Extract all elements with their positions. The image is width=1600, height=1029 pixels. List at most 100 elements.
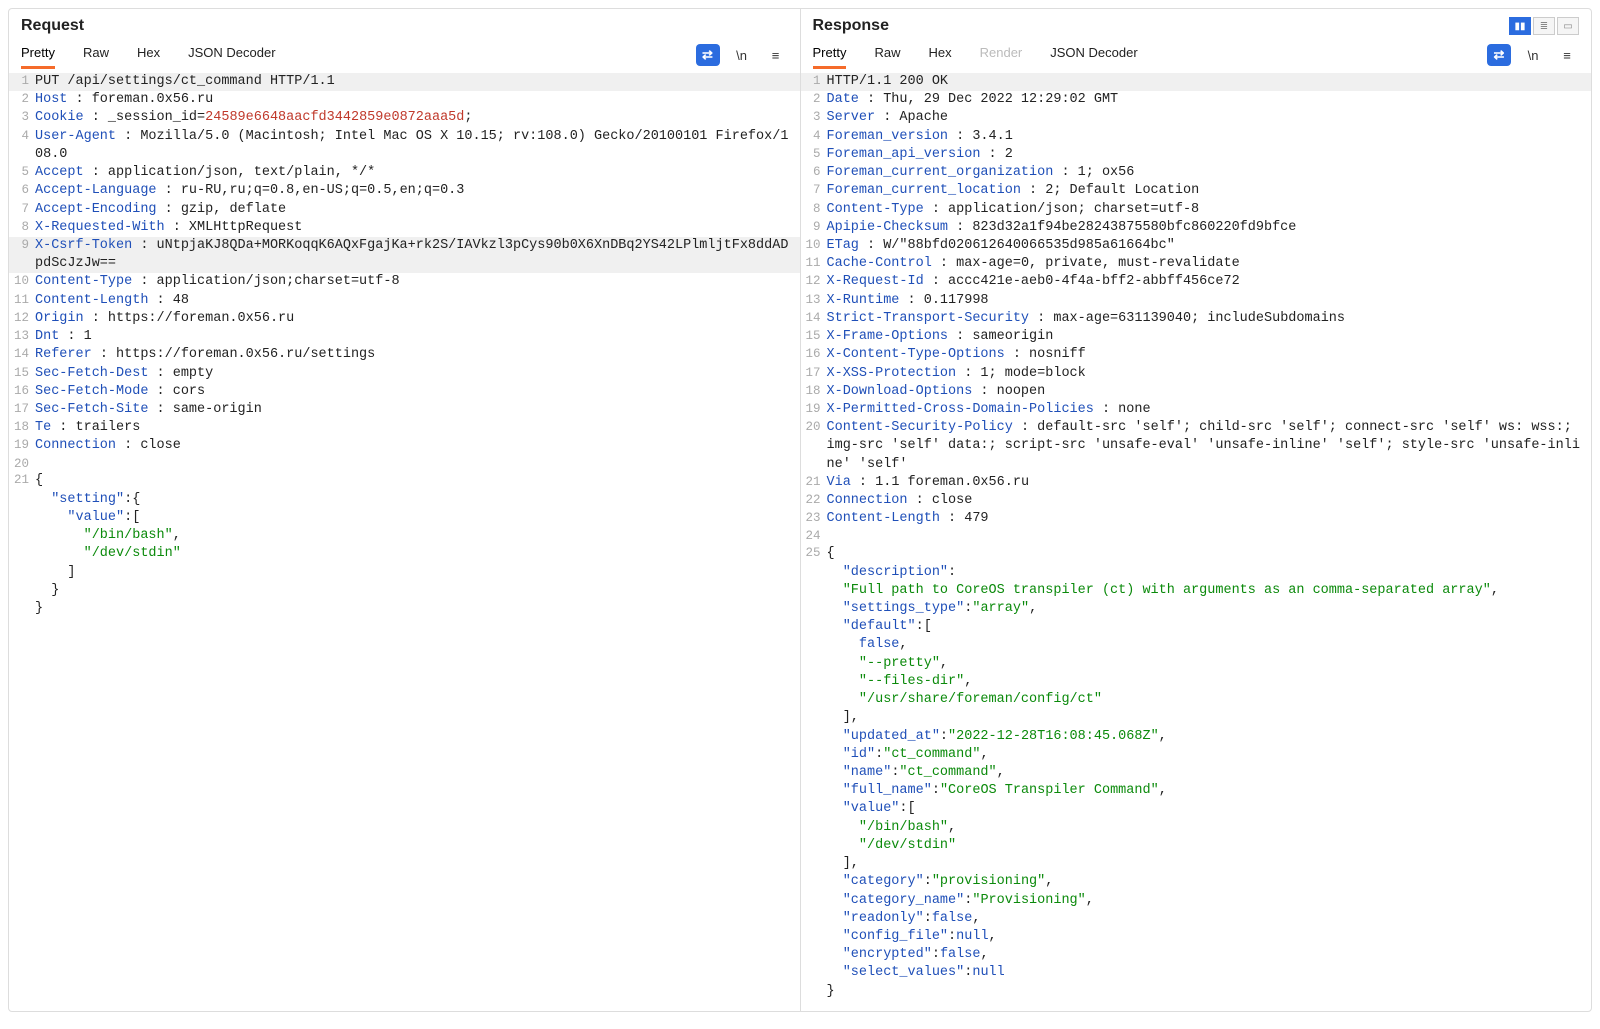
line-content[interactable]: ],	[827, 709, 1592, 727]
code-line[interactable]: 4Foreman_version : 3.4.1	[801, 128, 1592, 146]
code-line[interactable]: "/dev/stdin"	[9, 545, 800, 563]
line-content[interactable]: Content-Type : application/json; charset…	[827, 201, 1592, 219]
code-line[interactable]: "settings_type":"array",	[801, 600, 1592, 618]
hamburger-icon[interactable]: ≡	[1555, 44, 1579, 66]
code-line[interactable]: 16Sec-Fetch-Mode : cors	[9, 383, 800, 401]
newline-icon[interactable]: \n	[1521, 44, 1545, 66]
code-line[interactable]: 21Via : 1.1 foreman.0x56.ru	[801, 474, 1592, 492]
code-line[interactable]: 22Connection : close	[801, 492, 1592, 510]
code-line[interactable]: 9X-Csrf-Token : uNtpjaKJ8QDa+MORKoqqK6AQ…	[9, 237, 800, 273]
code-line[interactable]: 15X-Frame-Options : sameorigin	[801, 328, 1592, 346]
code-line[interactable]: 20Content-Security-Policy : default-src …	[801, 419, 1592, 474]
line-content[interactable]: Cookie : _session_id=24589e6648aacfd3442…	[35, 109, 800, 127]
code-line[interactable]: 24	[801, 528, 1592, 545]
code-line[interactable]: 1HTTP/1.1 200 OK	[801, 73, 1592, 91]
line-content[interactable]: X-XSS-Protection : 1; mode=block	[827, 365, 1592, 383]
line-content[interactable]: "category":"provisioning",	[827, 873, 1592, 891]
line-content[interactable]: "full_name":"CoreOS Transpiler Command",	[827, 782, 1592, 800]
code-line[interactable]: 17X-XSS-Protection : 1; mode=block	[801, 365, 1592, 383]
code-line[interactable]: 18X-Download-Options : noopen	[801, 383, 1592, 401]
line-content[interactable]: "select_values":null	[827, 964, 1592, 982]
code-line[interactable]: 11Content-Length : 48	[9, 292, 800, 310]
code-line[interactable]: 20	[9, 456, 800, 473]
code-line[interactable]: "config_file":null,	[801, 928, 1592, 946]
rows-icon[interactable]: ≣	[1533, 17, 1555, 35]
line-content[interactable]: Te : trailers	[35, 419, 800, 437]
line-content[interactable]: Accept-Encoding : gzip, deflate	[35, 201, 800, 219]
code-line[interactable]: 12X-Request-Id : accc421e-aeb0-4f4a-bff2…	[801, 273, 1592, 291]
code-line[interactable]: 13X-Runtime : 0.117998	[801, 292, 1592, 310]
newline-icon[interactable]: \n	[730, 44, 754, 66]
code-line[interactable]: 17Sec-Fetch-Site : same-origin	[9, 401, 800, 419]
code-line[interactable]: false,	[801, 636, 1592, 654]
code-line[interactable]: ],	[801, 855, 1592, 873]
code-line[interactable]: "/usr/share/foreman/config/ct"	[801, 691, 1592, 709]
line-content[interactable]: Accept-Language : ru-RU,ru;q=0.8,en-US;q…	[35, 182, 800, 200]
line-content[interactable]: Sec-Fetch-Site : same-origin	[35, 401, 800, 419]
line-content[interactable]: "value":[	[827, 800, 1592, 818]
line-content[interactable]: "updated_at":"2022-12-28T16:08:45.068Z",	[827, 728, 1592, 746]
code-line[interactable]: 3Server : Apache	[801, 109, 1592, 127]
line-content[interactable]: X-Download-Options : noopen	[827, 383, 1592, 401]
code-line[interactable]: 13Dnt : 1	[9, 328, 800, 346]
code-line[interactable]: 12Origin : https://foreman.0x56.ru	[9, 310, 800, 328]
line-content[interactable]: X-Request-Id : accc421e-aeb0-4f4a-bff2-a…	[827, 273, 1592, 291]
line-content[interactable]: Via : 1.1 foreman.0x56.ru	[827, 474, 1592, 492]
code-line[interactable]: 6Accept-Language : ru-RU,ru;q=0.8,en-US;…	[9, 182, 800, 200]
tab-pretty[interactable]: Pretty	[813, 41, 847, 69]
code-line[interactable]: 4User-Agent : Mozilla/5.0 (Macintosh; In…	[9, 128, 800, 164]
line-content[interactable]: X-Permitted-Cross-Domain-Policies : none	[827, 401, 1592, 419]
code-line[interactable]: }	[801, 983, 1592, 1001]
code-line[interactable]: 10Content-Type : application/json;charse…	[9, 273, 800, 291]
code-line[interactable]: 5Foreman_api_version : 2	[801, 146, 1592, 164]
line-content[interactable]: Server : Apache	[827, 109, 1592, 127]
code-line[interactable]: 14Strict-Transport-Security : max-age=63…	[801, 310, 1592, 328]
line-content[interactable]: Content-Type : application/json;charset=…	[35, 273, 800, 291]
code-line[interactable]: "/bin/bash",	[9, 527, 800, 545]
code-line[interactable]: "id":"ct_command",	[801, 746, 1592, 764]
line-content[interactable]: Foreman_version : 3.4.1	[827, 128, 1592, 146]
columns-icon[interactable]: ▮▮	[1509, 17, 1531, 35]
code-line[interactable]: ],	[801, 709, 1592, 727]
line-content[interactable]: Strict-Transport-Security : max-age=6311…	[827, 310, 1592, 328]
code-line[interactable]: "name":"ct_command",	[801, 764, 1592, 782]
code-line[interactable]: 23Content-Length : 479	[801, 510, 1592, 528]
line-content[interactable]: X-Runtime : 0.117998	[827, 292, 1592, 310]
code-line[interactable]: 8X-Requested-With : XMLHttpRequest	[9, 219, 800, 237]
code-line[interactable]: 25{	[801, 545, 1592, 563]
line-content[interactable]: }	[827, 983, 1592, 1001]
tab-raw[interactable]: Raw	[874, 41, 900, 69]
code-line[interactable]: 6Foreman_current_organization : 1; ox56	[801, 164, 1592, 182]
line-content[interactable]: Referer : https://foreman.0x56.ru/settin…	[35, 346, 800, 364]
code-line[interactable]: 14Referer : https://foreman.0x56.ru/sett…	[9, 346, 800, 364]
line-content[interactable]: "setting":{	[35, 491, 800, 509]
code-line[interactable]: "encrypted":false,	[801, 946, 1592, 964]
code-line[interactable]: 2Date : Thu, 29 Dec 2022 12:29:02 GMT	[801, 91, 1592, 109]
line-content[interactable]: Content-Security-Policy : default-src 's…	[827, 419, 1592, 474]
line-content[interactable]: ETag : W/"88bfd020612640066535d985a61664…	[827, 237, 1592, 255]
line-content[interactable]: "/bin/bash",	[827, 819, 1592, 837]
code-line[interactable]: 2Host : foreman.0x56.ru	[9, 91, 800, 109]
line-content[interactable]: PUT /api/settings/ct_command HTTP/1.1	[35, 73, 800, 91]
line-content[interactable]: Origin : https://foreman.0x56.ru	[35, 310, 800, 328]
line-content[interactable]: ],	[827, 855, 1592, 873]
line-content[interactable]: "id":"ct_command",	[827, 746, 1592, 764]
line-content[interactable]: Date : Thu, 29 Dec 2022 12:29:02 GMT	[827, 91, 1592, 109]
line-content[interactable]: "Full path to CoreOS transpiler (ct) wit…	[827, 582, 1592, 600]
line-content[interactable]: Apipie-Checksum : 823d32a1f94be282438755…	[827, 219, 1592, 237]
code-line[interactable]: 11Cache-Control : max-age=0, private, mu…	[801, 255, 1592, 273]
response-body[interactable]: 1HTTP/1.1 200 OK2Date : Thu, 29 Dec 2022…	[801, 69, 1592, 1011]
line-content[interactable]: Connection : close	[35, 437, 800, 455]
code-line[interactable]: 7Foreman_current_location : 2; Default L…	[801, 182, 1592, 200]
code-line[interactable]: "category_name":"Provisioning",	[801, 892, 1592, 910]
code-line[interactable]: 16X-Content-Type-Options : nosniff	[801, 346, 1592, 364]
layout-toggle[interactable]: ▮▮≣▭	[1509, 17, 1579, 35]
line-content[interactable]: Host : foreman.0x56.ru	[35, 91, 800, 109]
line-content[interactable]: Foreman_api_version : 2	[827, 146, 1592, 164]
wrap-icon[interactable]: ⇄	[696, 44, 720, 66]
line-content[interactable]: "name":"ct_command",	[827, 764, 1592, 782]
wrap-icon[interactable]: ⇄	[1487, 44, 1511, 66]
tab-json-decoder[interactable]: JSON Decoder	[188, 41, 275, 69]
line-content[interactable]: "readonly":false,	[827, 910, 1592, 928]
code-line[interactable]: "/dev/stdin"	[801, 837, 1592, 855]
